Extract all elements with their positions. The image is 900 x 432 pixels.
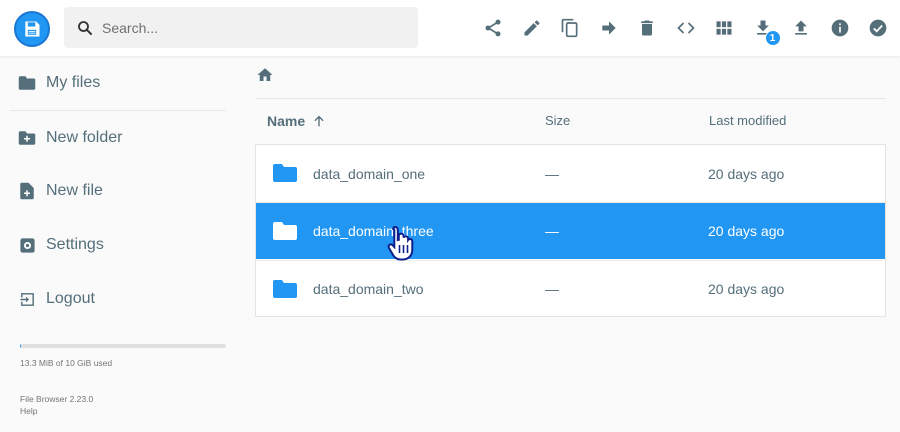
item-name: data_domain_two [313,281,424,297]
item-modified: 20 days ago [708,165,785,182]
rename-button[interactable] [513,14,552,42]
info-icon [831,19,849,37]
list-item[interactable]: data_domain_one — 20 days ago [256,145,885,202]
item-size: — [545,281,559,297]
delete-icon [641,20,654,36]
list-item[interactable]: data_domain_three — 20 days ago [256,202,885,259]
floppy-disk-icon [25,21,40,37]
sidebar-item-new-folder[interactable]: New folder [0,111,226,165]
storage-usage-bar [20,344,226,348]
move-icon [602,21,616,35]
create-folder-icon [18,129,36,147]
folder-icon [273,280,297,298]
column-header-name[interactable]: Name [267,113,327,129]
item-name: data_domain_one [313,165,426,182]
home-icon [257,68,273,81]
column-header-size[interactable]: Size [545,113,570,128]
column-header-name-label: Name [267,113,306,129]
folder-icon [273,222,297,240]
column-header-modified[interactable]: Last modified [709,113,786,128]
sidebar-item-label: Logout [46,290,95,307]
sidebar-item-label: New folder [46,129,123,146]
download-button[interactable]: 1 [744,14,783,46]
breadcrumb-home[interactable] [256,66,274,84]
sidebar-item-settings[interactable]: Settings [0,218,226,272]
version-text: File Browser 2.23.0 [20,394,94,404]
breadcrumb-divider [256,98,886,99]
folder-icon [273,164,297,182]
search-input[interactable] [102,19,392,36]
grid-view-button[interactable] [705,14,744,42]
code-button[interactable] [667,14,706,42]
grid-view-icon [716,21,732,35]
hand-pointer-cursor-icon [387,225,414,261]
help-link[interactable]: Help [20,406,37,416]
info-button[interactable] [821,14,860,42]
copy-button[interactable] [551,14,590,42]
top-bar: 1 [0,0,900,56]
storage-usage-text: 13.3 MiB of 10 GiB used [20,358,113,368]
file-list: data_domain_one — 20 days ago data_domai… [255,144,886,317]
search-icon [78,20,92,35]
note-add-icon [18,182,36,200]
share-icon [485,19,501,37]
sidebar-item-logout[interactable]: Logout [0,272,226,326]
sidebar-item-new-file[interactable]: New file [0,164,226,218]
sidebar-item-label: My files [46,74,101,91]
settings-icon [18,236,36,254]
move-button[interactable] [590,14,629,42]
folder-icon [18,74,36,92]
logout-icon [18,290,36,308]
sidebar-item-label: New file [46,182,103,199]
search-box[interactable] [64,7,418,48]
sidebar-item-label: Settings [46,236,104,253]
copy-icon [561,18,578,38]
app-logo[interactable] [14,11,50,47]
toolbar: 1 [474,14,898,46]
sidebar-item-my-files[interactable]: My files [0,56,226,110]
delete-button[interactable] [628,14,667,42]
list-item[interactable]: data_domain_two — 20 days ago [256,260,885,317]
item-modified: 20 days ago [708,281,785,297]
sort-ascending-icon [314,115,324,127]
select-all-button[interactable] [859,14,898,42]
code-icon [677,22,695,34]
item-modified: 20 days ago [708,223,785,239]
upload-button[interactable] [782,14,821,42]
share-button[interactable] [474,14,513,42]
check-circle-icon [869,19,887,37]
upload-icon [795,20,808,35]
rename-icon [524,20,540,36]
item-size: — [545,223,559,239]
item-size: — [545,165,559,182]
download-count-badge: 1 [764,30,781,46]
sidebar: My files New folder New file Settings Lo… [0,56,240,432]
